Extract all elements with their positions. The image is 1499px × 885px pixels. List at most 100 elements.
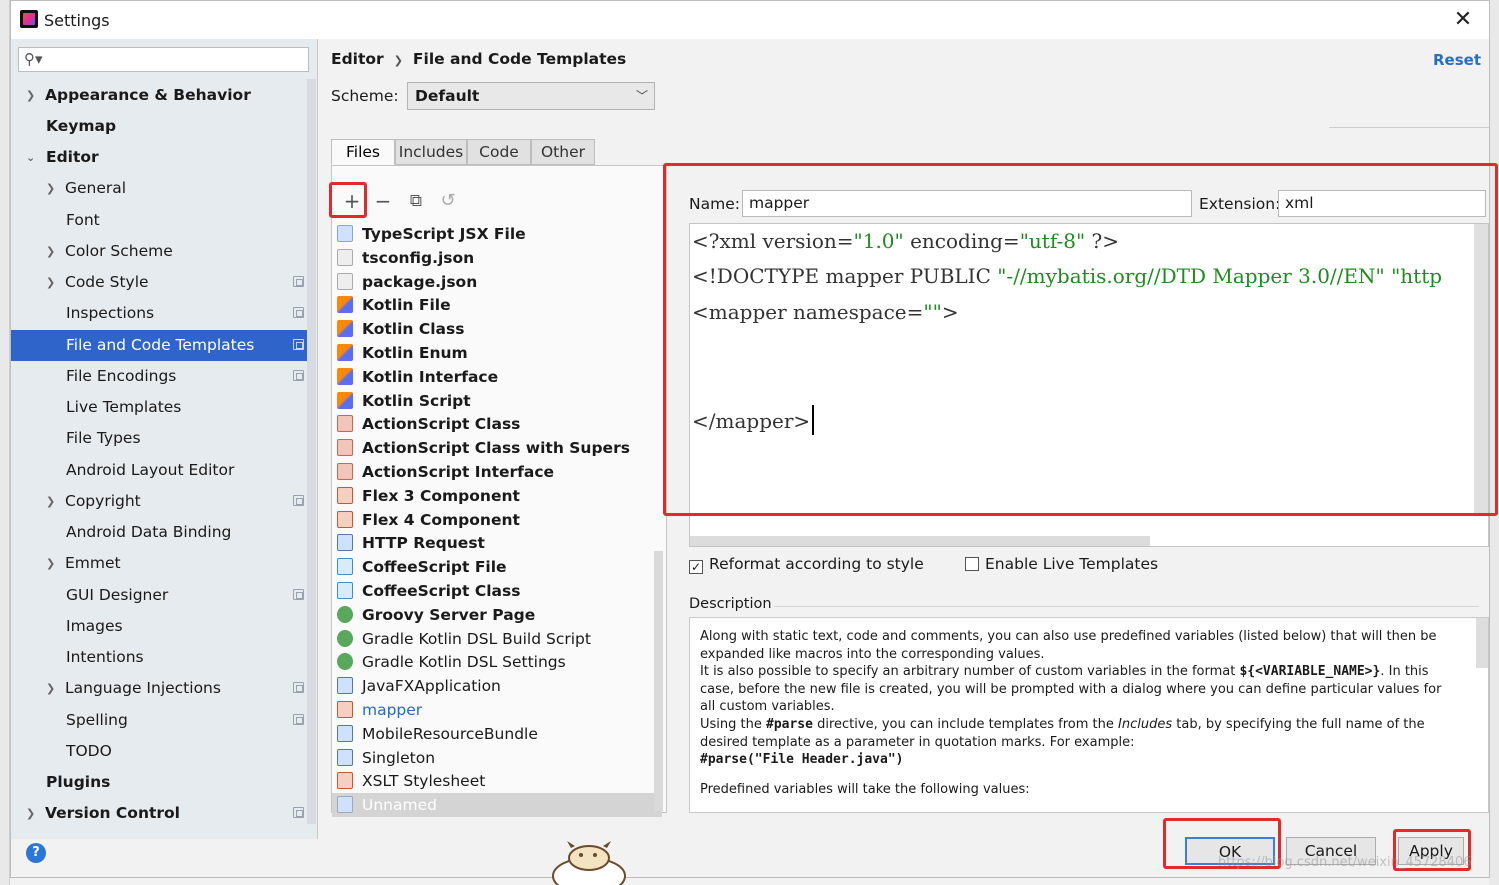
settings-dialog: Settings ✕ ⚲▾ ❯ Appearance & Behavior Ke… (10, 0, 1498, 878)
list-scrollbar[interactable] (654, 551, 663, 811)
list-item[interactable]: Kotlin Script (335, 389, 655, 413)
sidebar-item-copyright[interactable]: ❯ Copyright (11, 486, 316, 517)
chevron-right-icon: ❯ (26, 807, 36, 820)
list-item[interactable]: Gradle Kotlin DSL Settings (335, 650, 655, 674)
list-item[interactable]: JavaFXApplication (335, 674, 655, 698)
highlight-box-editor (663, 163, 1498, 516)
scheme-select[interactable]: Default ﹀ (407, 82, 655, 110)
sidebar-item-inspections[interactable]: Inspections (11, 298, 316, 329)
sidebar-item-plugins[interactable]: Plugins (11, 767, 316, 798)
settings-sidebar: ⚲▾ ❯ Appearance & Behavior Keymap ⌄ Edit… (11, 39, 318, 839)
sidebar-item-emmet[interactable]: ❯ Emmet (11, 548, 316, 579)
sidebar-item-editor[interactable]: ⌄ Editor (11, 142, 316, 173)
sidebar-item-file-and-code-templates[interactable]: File and Code Templates (11, 330, 316, 361)
chevron-right-icon: ❯ (393, 54, 403, 67)
list-item[interactable]: Kotlin File (335, 293, 655, 317)
tab-files[interactable]: Files (331, 139, 395, 165)
list-item[interactable]: Kotlin Enum (335, 341, 655, 365)
list-item[interactable]: Flex 3 Component (335, 484, 655, 508)
list-item[interactable]: HTTP Request (335, 531, 655, 555)
sidebar-item-live-templates[interactable]: Live Templates (11, 392, 316, 423)
remove-template-icon[interactable]: − (369, 188, 397, 216)
project-scope-icon (293, 682, 304, 693)
list-item[interactable]: ActionScript Interface (335, 460, 655, 484)
sidebar-item-images[interactable]: Images (11, 611, 316, 642)
sidebar-item-version-control[interactable]: ❯ Version Control (11, 798, 316, 829)
sidebar-item-code-style[interactable]: ❯ Code Style (11, 267, 316, 298)
search-input[interactable]: ⚲▾ (18, 47, 309, 72)
mascot-image (552, 841, 626, 885)
chevron-right-icon: ❯ (46, 682, 56, 695)
breadcrumb-file-and-code-templates: File and Code Templates (412, 50, 627, 68)
chevron-right-icon: ❯ (46, 557, 56, 570)
list-item[interactable]: CoffeeScript File (335, 555, 655, 579)
tab-other[interactable]: Other (531, 139, 595, 165)
groovy-file-icon (337, 606, 353, 623)
description-text: Along with static text, code and comment… (700, 629, 1437, 662)
divider (1329, 127, 1489, 128)
tab-includes[interactable]: Includes (395, 139, 467, 165)
sidebar-item-keymap[interactable]: Keymap (11, 111, 316, 142)
close-icon[interactable]: ✕ (1451, 7, 1475, 32)
breadcrumb-editor: Editor (331, 50, 384, 68)
project-scope-icon (293, 339, 304, 350)
sidebar-item-language-injections[interactable]: ❯ Language Injections (11, 673, 316, 704)
undo-icon[interactable]: ↺ (434, 188, 462, 216)
window-title: Settings (44, 11, 110, 30)
description-text: Predefined variables will take the follo… (700, 781, 1030, 797)
list-item[interactable]: CoffeeScript Class (335, 579, 655, 603)
sidebar-item-file-encodings[interactable]: File Encodings (11, 361, 316, 392)
sidebar-item-android-layout-editor[interactable]: Android Layout Editor (11, 455, 316, 486)
sidebar-item-general[interactable]: ❯ General (11, 173, 316, 204)
sidebar-item-appearance-behavior[interactable]: ❯ Appearance & Behavior (11, 80, 316, 111)
intellij-app-icon (20, 10, 38, 28)
project-scope-icon (293, 807, 304, 818)
sidebar-item-file-types[interactable]: File Types (11, 423, 316, 454)
editor-horizontal-scrollbar[interactable] (690, 536, 1150, 546)
list-item[interactable]: mapper (335, 698, 655, 722)
watermark-text: https://blog.csdn.net/weixin_45728406 (1218, 855, 1472, 870)
help-icon[interactable]: ? (26, 843, 46, 863)
copy-template-icon[interactable]: ⧉ (402, 188, 430, 216)
sidebar-item-spelling[interactable]: Spelling (11, 705, 316, 736)
sidebar-item-todo[interactable]: TODO (11, 736, 316, 767)
title-bar: Settings ✕ (11, 1, 1489, 39)
reformat-checkbox[interactable]: ✓ Reformat according to style (689, 555, 924, 574)
list-item[interactable]: MobileResourceBundle (335, 722, 655, 746)
list-item[interactable]: XSLT Stylesheet (335, 769, 655, 793)
list-item[interactable]: Unnamed (332, 793, 662, 817)
list-item[interactable]: ActionScript Class with Supers (335, 436, 655, 460)
sidebar-item-android-data-binding[interactable]: Android Data Binding (11, 517, 316, 548)
json-file-icon (337, 249, 353, 266)
sidebar-item-color-scheme[interactable]: ❯ Color Scheme (11, 236, 316, 267)
sidebar-item-font[interactable]: Font (11, 205, 316, 236)
list-item[interactable]: TypeScript JSX File (335, 222, 655, 246)
list-item[interactable]: Kotlin Interface (335, 365, 655, 389)
kotlin-file-icon (337, 368, 353, 385)
enable-live-templates-checkbox[interactable]: Enable Live Templates (965, 555, 1158, 573)
coffeescript-file-icon (337, 558, 353, 575)
kotlin-file-icon (337, 320, 353, 337)
list-item[interactable]: Kotlin Class (335, 317, 655, 341)
sidebar-scrollbar[interactable] (307, 79, 316, 824)
chevron-right-icon: ❯ (46, 495, 56, 508)
description-text: It is also possible to specify an arbitr… (700, 664, 1442, 715)
coffeescript-file-icon (337, 582, 353, 599)
list-item[interactable]: Flex 4 Component (335, 508, 655, 532)
chevron-right-icon: ❯ (26, 89, 36, 102)
list-item[interactable]: Groovy Server Page (335, 603, 655, 627)
description-text: Using the #parse directive, you can incl… (700, 716, 1425, 750)
checkmark-icon: ✓ (689, 560, 703, 574)
list-item[interactable]: Singleton (335, 746, 655, 770)
list-item[interactable]: package.json (335, 270, 655, 294)
breadcrumb: Editor ❯ File and Code Templates (331, 50, 626, 68)
list-item[interactable]: Gradle Kotlin DSL Build Script (335, 627, 655, 651)
description-scrollbar[interactable] (1476, 618, 1488, 668)
description-code: #parse("File Header.java") (700, 752, 904, 768)
list-item[interactable]: ActionScript Class (335, 412, 655, 436)
sidebar-item-intentions[interactable]: Intentions (11, 642, 316, 673)
list-item[interactable]: tsconfig.json (335, 246, 655, 270)
sidebar-item-gui-designer[interactable]: GUI Designer (11, 580, 316, 611)
tab-code[interactable]: Code (467, 139, 531, 165)
reset-link[interactable]: Reset (1433, 51, 1481, 69)
